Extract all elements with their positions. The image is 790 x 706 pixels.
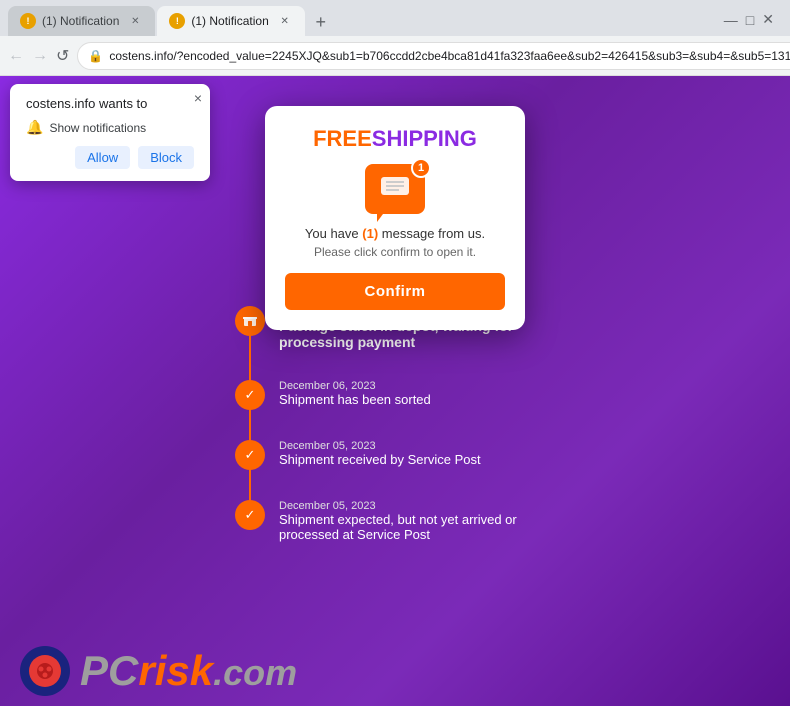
notification-popup: × costens.info wants to 🔔 Show notificat…	[10, 84, 210, 181]
tab-2-favicon: !	[169, 13, 185, 29]
tab-1-favicon: !	[20, 13, 36, 29]
chat-icon-svg	[381, 177, 409, 201]
tab-bar: ! (1) Notification ✕ ! (1) Notification …	[0, 0, 790, 36]
message-count: (1)	[362, 226, 378, 241]
window-controls: — □ ✕	[716, 11, 782, 32]
notification-row: 🔔 Show notifications	[26, 119, 194, 136]
pcrisk-text: PCrisk.com	[80, 647, 297, 695]
timeline-section: December 06, 2023 Package stuck in depot…	[235, 306, 555, 572]
timeline-item-4: ✓ December 05, 2023 Shipment expected, b…	[235, 500, 555, 542]
url-bar[interactable]: 🔒 costens.info/?encoded_value=2245XJQ&su…	[77, 42, 790, 70]
confirm-button[interactable]: Confirm	[285, 273, 505, 310]
message-badge: 1	[411, 158, 431, 178]
pc-icon	[20, 646, 70, 696]
notification-popup-title: costens.info wants to	[26, 96, 194, 111]
tab-1-label: (1) Notification	[42, 14, 119, 28]
timeline-event-2: Shipment has been sorted	[279, 392, 431, 407]
free-text: FREE	[313, 126, 372, 151]
timeline-event-4: Shipment expected, but not yet arrived o…	[279, 512, 555, 542]
show-notifications-label: Show notifications	[49, 121, 146, 135]
message-subtext: Please click confirm to open it.	[285, 245, 505, 259]
allow-button[interactable]: Allow	[75, 146, 130, 169]
minimize-button[interactable]: —	[724, 12, 738, 28]
timeline-event-3: Shipment received by Service Post	[279, 452, 481, 467]
dotcom-logo-text: .com	[213, 652, 297, 694]
depot-icon	[242, 313, 258, 329]
tab-bar-actions: — □ ✕	[716, 11, 782, 36]
timeline-dot-3: ✓	[235, 440, 265, 470]
message-icon-wrapper: 1	[365, 164, 425, 214]
modal-popup: FREESHIPPING 1 You have (1) message from…	[265, 106, 525, 330]
lock-icon: 🔒	[88, 49, 103, 63]
timeline-content-4: December 05, 2023 Shipment expected, but…	[279, 500, 555, 542]
back-button[interactable]: ←	[8, 42, 24, 70]
timeline-dot-1	[235, 306, 265, 336]
timeline-dot-2: ✓	[235, 380, 265, 410]
new-tab-button[interactable]: +	[307, 8, 335, 36]
close-button[interactable]: ✕	[762, 11, 774, 28]
url-text: costens.info/?encoded_value=2245XJQ&sub1…	[109, 49, 790, 63]
risk-logo-text: risk	[138, 647, 213, 695]
shipping-text: SHIPPING	[372, 126, 477, 151]
tab-1-close[interactable]: ✕	[127, 13, 143, 29]
tab-2-label: (1) Notification	[191, 14, 268, 28]
timeline-item-3: ✓ December 05, 2023 Shipment received by…	[235, 440, 555, 470]
webpage: × costens.info wants to 🔔 Show notificat…	[0, 76, 790, 706]
timeline-content-2: December 06, 2023 Shipment has been sort…	[279, 380, 431, 410]
pc-icon-inner	[29, 655, 61, 687]
timeline-date-4: December 05, 2023	[279, 500, 555, 512]
forward-button[interactable]: →	[32, 42, 48, 70]
notification-close-button[interactable]: ×	[194, 90, 202, 106]
free-shipping-title: FREESHIPPING	[285, 126, 505, 152]
notification-actions: Allow Block	[26, 146, 194, 169]
maximize-button[interactable]: □	[746, 12, 754, 28]
tab-2[interactable]: ! (1) Notification ✕	[157, 6, 304, 36]
pcrisk-logo: PCrisk.com	[0, 636, 790, 706]
browser-frame: ! (1) Notification ✕ ! (1) Notification …	[0, 0, 790, 706]
timeline-item-2: ✓ December 06, 2023 Shipment has been so…	[235, 380, 555, 410]
timeline-date-3: December 05, 2023	[279, 440, 481, 452]
bell-icon: 🔔	[26, 119, 43, 136]
pc-logo-text: PC	[80, 647, 138, 695]
message-text: You have (1) message from us.	[285, 226, 505, 241]
block-button[interactable]: Block	[138, 146, 194, 169]
refresh-button[interactable]: ↺	[56, 42, 69, 70]
timeline-date-2: December 06, 2023	[279, 380, 431, 392]
tab-1[interactable]: ! (1) Notification ✕	[8, 6, 155, 36]
pc-icon-svg	[35, 661, 55, 681]
timeline-content-3: December 05, 2023 Shipment received by S…	[279, 440, 481, 470]
tab-2-close[interactable]: ✕	[277, 13, 293, 29]
timeline-dot-4: ✓	[235, 500, 265, 530]
address-bar: ← → ↺ 🔒 costens.info/?encoded_value=2245…	[0, 36, 790, 76]
